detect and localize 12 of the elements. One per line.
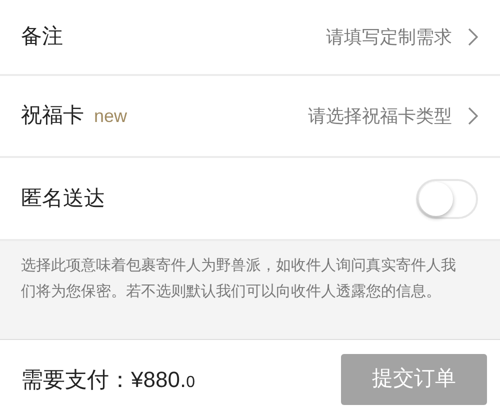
chevron-right-icon: [468, 28, 478, 46]
submit-order-button[interactable]: 提交订单: [341, 354, 487, 404]
new-label: new: [94, 105, 128, 128]
chevron-right-icon: [468, 107, 478, 125]
row-label: 备注: [21, 24, 63, 50]
row-value[interactable]: 请选择祝福卡类型: [308, 102, 452, 130]
anonymous-note: 选择此项意味着包裹寄件人为野兽派，如收件人询问真实寄件人我们将为您保密。若不选则默认我们可以向收件人透露您的信息。: [21, 256, 457, 302]
row-value[interactable]: 请填写定制需求: [326, 24, 452, 50]
payment-total: 需要支付：¥880.0: [21, 366, 195, 394]
row-label: 祝福卡: [21, 103, 84, 130]
toggle-switch[interactable]: [416, 178, 478, 218]
row-label: 匿名送达: [21, 186, 105, 212]
